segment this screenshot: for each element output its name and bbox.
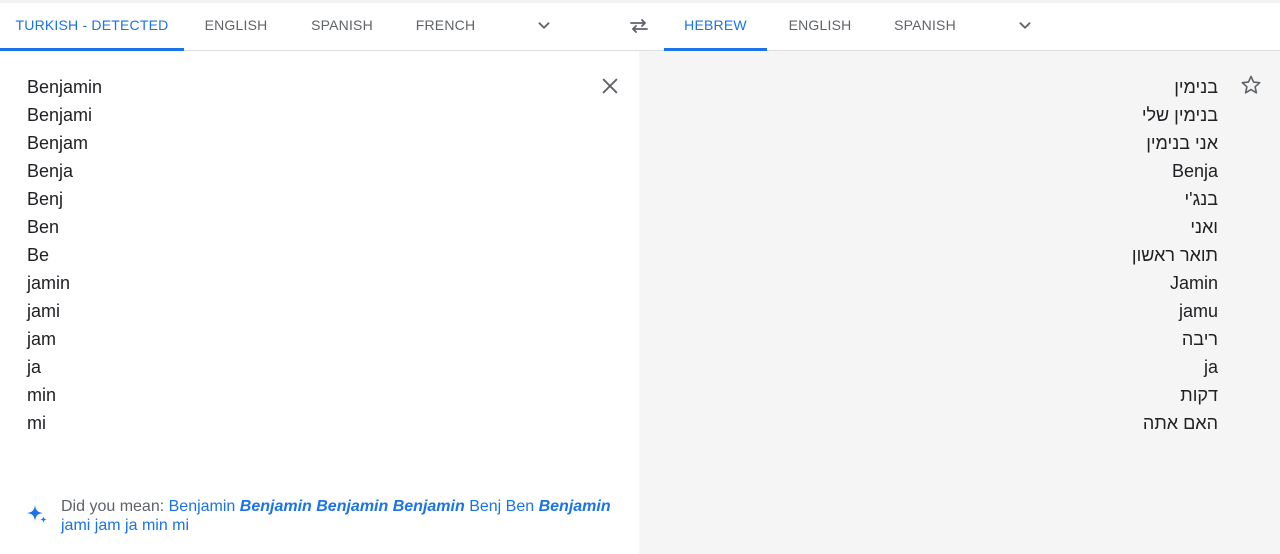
tab-source-spanish[interactable]: SPANISH xyxy=(297,0,387,50)
translation-line: אני בנימין xyxy=(1146,133,1218,153)
clear-source-close-icon[interactable] xyxy=(599,75,621,97)
tab-target-english[interactable]: ENGLISH xyxy=(775,0,865,50)
translation-line: תואר ראשון xyxy=(1131,245,1218,265)
source-line: Benj xyxy=(27,189,64,209)
did-you-mean-prefix: Did you mean: xyxy=(61,498,165,515)
translation-line: Benja xyxy=(1171,161,1218,181)
source-line: jam xyxy=(27,329,57,349)
translation-output: בנימין בנימין שלי אני בנימין Benja בנג'י… xyxy=(1132,73,1218,437)
target-more-languages-chevron-down-icon[interactable] xyxy=(1014,14,1036,36)
translation-line: בנימין xyxy=(1174,77,1218,97)
tab-source-turkish-detected[interactable]: TURKISH - DETECTED xyxy=(0,0,184,51)
swap-languages-icon[interactable] xyxy=(627,14,651,38)
source-line: jami xyxy=(27,301,61,321)
translation-line: בנג'י xyxy=(1184,189,1219,209)
translation-line: ja xyxy=(1203,357,1218,377)
suggestion-link[interactable]: jam xyxy=(95,517,121,534)
language-bar: TURKISH - DETECTED ENGLISH SPANISH FRENC… xyxy=(0,0,1280,51)
suggestion-link[interactable]: Benjamin xyxy=(316,498,388,515)
translation-line: האם אתה xyxy=(1142,413,1218,433)
translation-line: Jamin xyxy=(1169,273,1218,293)
source-line: Benjam xyxy=(27,133,89,153)
source-line: Ben xyxy=(27,217,60,237)
translation-line: ריבה xyxy=(1181,329,1218,349)
translation-line: jamu xyxy=(1178,301,1218,321)
suggestion-link[interactable]: Benjamin xyxy=(539,498,611,515)
suggestion-link[interactable]: Benj xyxy=(469,498,501,515)
suggestion-link[interactable]: Benjamin xyxy=(393,498,465,515)
source-text-input[interactable]: Benjamin Benjami Benjam Benja Benj Ben B… xyxy=(27,73,102,437)
save-translation-star-icon[interactable] xyxy=(1239,73,1263,97)
suggestion-link[interactable]: ja xyxy=(125,517,137,534)
tab-target-hebrew[interactable]: HEBREW xyxy=(664,0,767,51)
source-line: Benjami xyxy=(27,105,93,125)
did-you-mean-text: Did you mean: Benjamin Benjamin Benjamin… xyxy=(61,497,625,535)
suggestion-link[interactable]: min xyxy=(142,517,168,534)
translation-line: בנימין שלי xyxy=(1141,105,1218,125)
translation-line: ואני xyxy=(1190,217,1218,237)
sparkle-icon xyxy=(25,503,49,527)
source-line: ja xyxy=(27,357,42,377)
suggestion-link[interactable]: jami xyxy=(61,517,90,534)
suggestion-link[interactable]: Ben xyxy=(506,498,534,515)
suggestion-link[interactable]: mi xyxy=(172,517,189,534)
suggestion-link[interactable]: Benjamin xyxy=(240,498,312,515)
translation-pane: בנימין בנימין שלי אני בנימין Benja בנג'י… xyxy=(639,51,1280,554)
source-line: Be xyxy=(27,245,50,265)
tab-source-english[interactable]: ENGLISH xyxy=(190,0,282,50)
tab-target-spanish[interactable]: SPANISH xyxy=(880,0,970,50)
source-pane[interactable]: Benjamin Benjami Benjam Benja Benj Ben B… xyxy=(0,51,639,554)
source-more-languages-chevron-down-icon[interactable] xyxy=(533,14,555,36)
source-line: min xyxy=(27,385,57,405)
source-line: jamin xyxy=(27,273,71,293)
translation-line: דקות xyxy=(1180,385,1218,405)
source-line: mi xyxy=(27,413,46,433)
source-line: Benjamin xyxy=(27,77,103,97)
suggestion-link[interactable]: Benjamin xyxy=(169,498,236,515)
source-line: Benja xyxy=(27,161,74,181)
tab-source-french[interactable]: FRENCH xyxy=(403,0,488,50)
